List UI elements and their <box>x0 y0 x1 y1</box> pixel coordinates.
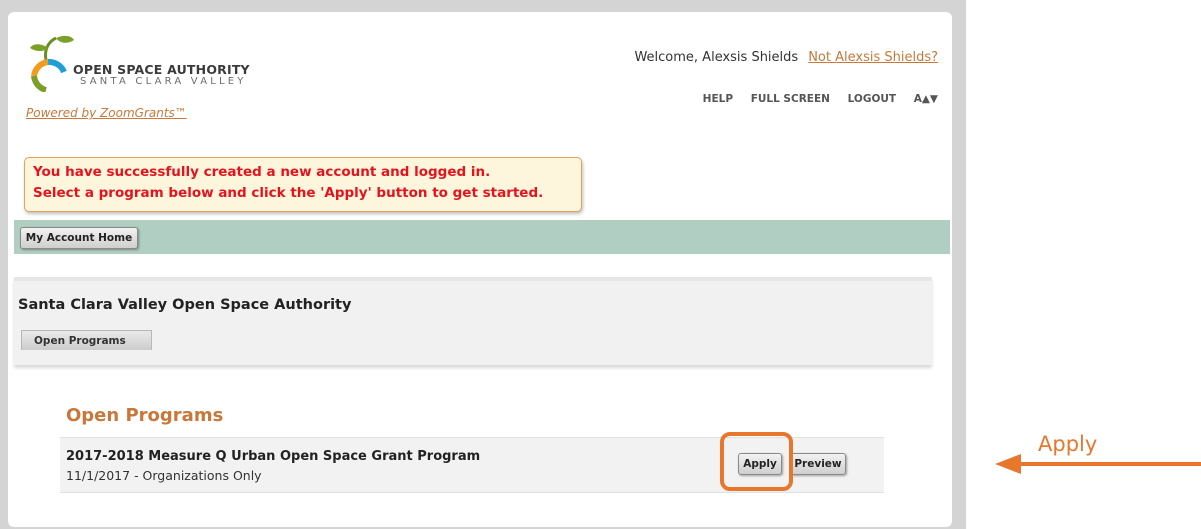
toolbar-bar <box>14 220 950 254</box>
preview-button[interactable]: Preview <box>790 453 846 475</box>
tab-open-programs[interactable]: Open Programs <box>21 330 152 350</box>
fullscreen-link[interactable]: FULL SCREEN <box>751 93 830 105</box>
logo-leaf-icon <box>30 35 74 92</box>
text-size-control[interactable]: A▲▼ <box>914 93 938 105</box>
my-account-home-button[interactable]: My Account Home <box>20 227 138 249</box>
open-space-authority-logo[interactable]: OPEN SPACE AUTHORITY SANTA CLARA VALLEY <box>26 32 266 92</box>
alert-line-1: You have successfully created a new acco… <box>33 164 491 180</box>
help-link[interactable]: HELP <box>703 93 733 105</box>
open-programs-heading: Open Programs <box>66 405 224 426</box>
logout-link[interactable]: LOGOUT <box>848 93 896 105</box>
alert-line-2: Select a program below and click the 'Ap… <box>33 185 544 201</box>
logo-subtitle: SANTA CLARA VALLEY <box>80 76 247 87</box>
browser-frame: OPEN SPACE AUTHORITY SANTA CLARA VALLEY … <box>0 0 966 529</box>
not-user-link[interactable]: Not Alexsis Shields? <box>808 50 938 65</box>
program-details: 11/1/2017 - Organizations Only <box>66 468 262 483</box>
program-name: 2017-2018 Measure Q Urban Open Space Gra… <box>66 449 481 464</box>
success-alert: You have successfully created a new acco… <box>24 157 582 212</box>
logo-title: OPEN SPACE AUTHORITY <box>73 62 250 77</box>
apply-highlight-box <box>720 432 793 491</box>
welcome-area: Welcome, Alexsis Shields Not Alexsis Shie… <box>634 50 938 65</box>
left-arrow-icon <box>995 454 1201 474</box>
org-panel: Santa Clara Valley Open Space Authority … <box>14 277 932 365</box>
org-title: Santa Clara Valley Open Space Authority <box>18 297 352 313</box>
powered-by-link[interactable]: Powered by ZoomGrants™ <box>26 106 187 120</box>
welcome-text: Welcome, Alexsis Shields <box>634 50 799 65</box>
top-nav: HELP FULL SCREEN LOGOUT A▲▼ <box>689 93 938 105</box>
